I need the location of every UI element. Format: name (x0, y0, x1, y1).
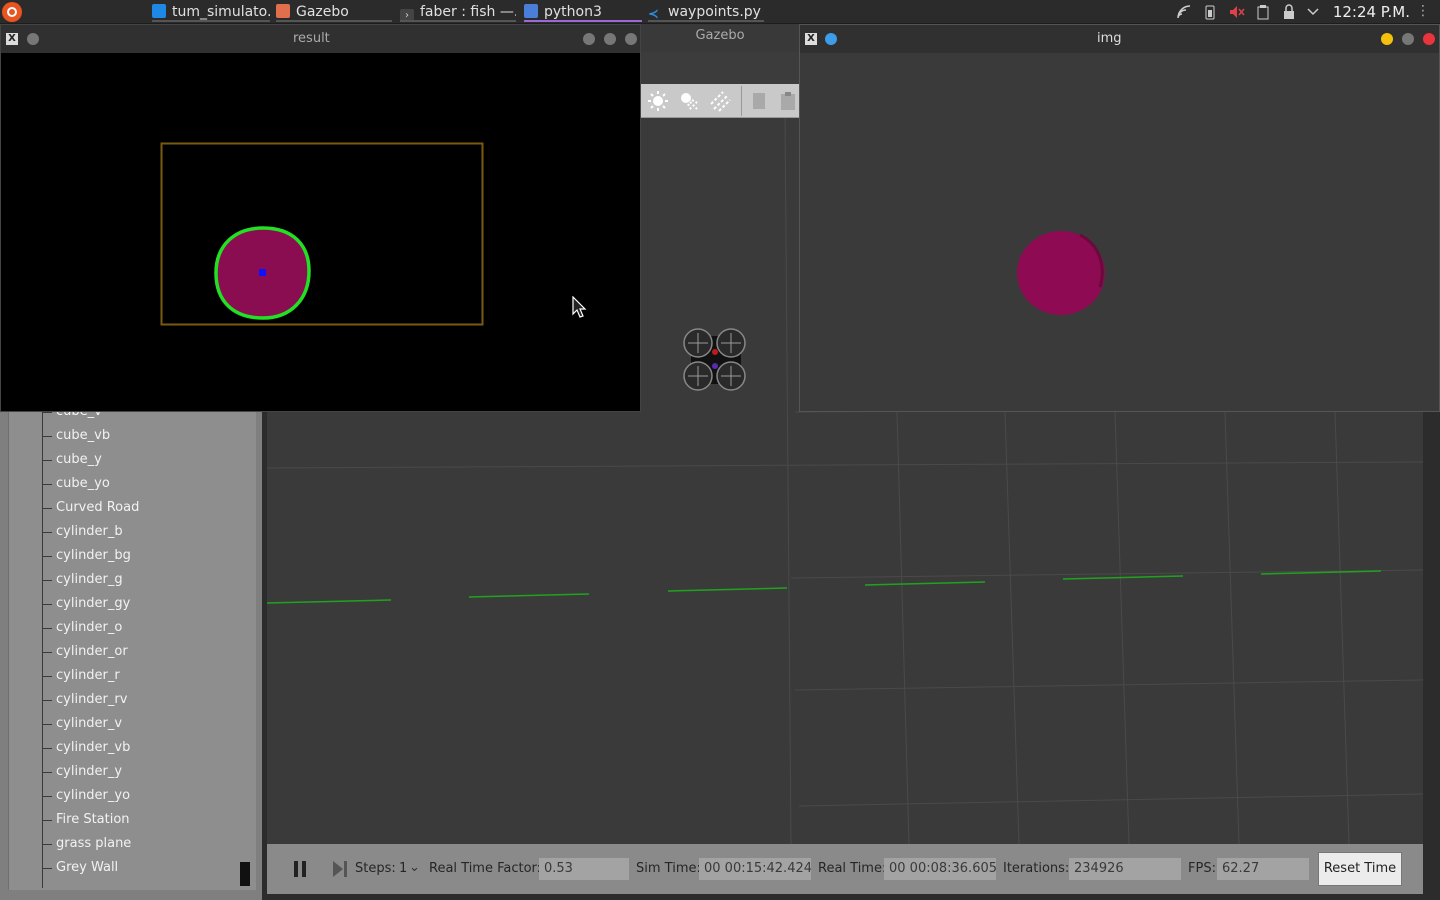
tree-item-cylinder-y[interactable]: cylinder_y (41, 760, 122, 784)
mouse-cursor-icon (572, 296, 587, 318)
iterations-field: 234926 (1069, 858, 1181, 880)
pin-button[interactable] (27, 33, 39, 45)
steps-chevron-down-icon[interactable]: ⌄ (409, 860, 420, 875)
chevron-down-icon[interactable] (1306, 4, 1320, 20)
real-time-label: Real Time: (818, 861, 887, 876)
wifi-icon[interactable] (1176, 4, 1196, 20)
quadcopter-model[interactable] (681, 326, 751, 394)
directional-light-icon[interactable] (709, 90, 731, 112)
tree-item-cylinder-or[interactable]: cylinder_or (42, 640, 128, 664)
minimize-button[interactable] (583, 33, 595, 45)
folder-icon (152, 4, 166, 18)
world-model-tree-panel: cube_v cube_vb cube_y cube_yo Curved Roa… (0, 412, 262, 900)
maximize-button[interactable] (604, 33, 616, 45)
close-button[interactable] (1423, 33, 1435, 45)
tree-item-cylinder-bg[interactable]: cylinder_bg (42, 544, 131, 568)
real-time-factor-label: Real Time Factor: (429, 861, 542, 876)
reset-time-button[interactable]: Reset Time (1318, 852, 1402, 886)
battery-icon[interactable] (1204, 4, 1216, 20)
tree-item-grass-plane[interactable]: grass plane (41, 832, 131, 856)
steps-label: Steps: (355, 861, 396, 876)
task-gazebo[interactable]: Gazebo (276, 2, 392, 22)
more-vert-icon[interactable]: ⋮ (1416, 3, 1430, 19)
gazebo-toolbar (641, 84, 799, 118)
step-forward-icon[interactable] (329, 858, 351, 880)
pin-button[interactable] (825, 33, 837, 45)
volume-muted-icon[interactable] (1228, 4, 1246, 20)
x11-app-icon: X (805, 33, 817, 45)
detection-frame (160, 142, 484, 326)
tree-item-cube-y[interactable]: cube_y (42, 448, 102, 472)
close-button[interactable] (625, 33, 637, 45)
tree-item-cylinder-b[interactable]: cylinder_b (42, 520, 123, 544)
real-time-field: 00 00:08:36.605 (884, 858, 996, 880)
result-image-canvas (160, 142, 484, 326)
paste-icon[interactable] (777, 90, 799, 112)
tree-item-cylinder-yo[interactable]: cylinder_yo (41, 784, 130, 808)
maximize-button[interactable] (1402, 33, 1414, 45)
real-time-factor-field: 0.53 (539, 858, 629, 880)
img-window[interactable]: X img (799, 24, 1440, 412)
tree-item-cylinder-o[interactable]: cylinder_o (41, 616, 122, 640)
clipboard-icon[interactable] (1256, 4, 1270, 20)
tree-item-curved-road[interactable]: Curved Road (41, 496, 139, 520)
tree-item-fire-station[interactable]: Fire Station (42, 808, 130, 832)
fps-field: 62.27 (1217, 858, 1309, 880)
toolbar-separator (741, 86, 742, 116)
top-taskbar: tum_simulato... Gazebo ›faber : fish —..… (0, 0, 1440, 24)
gazebo-icon (276, 4, 290, 18)
tree-item-cube-yo[interactable]: cube_yo (42, 472, 110, 496)
tree-item-cylinder-vb[interactable]: cylinder_vb (41, 736, 130, 760)
tree-item-cylinder-gy[interactable]: cylinder_gy (41, 592, 130, 616)
x11-app-icon: X (6, 33, 18, 45)
sun-light-icon[interactable] (647, 90, 669, 112)
spot-light-icon[interactable] (678, 90, 700, 112)
sim-time-field: 00 00:15:42.424 (699, 858, 811, 880)
terminal-icon: › (400, 9, 414, 20)
img-window-titlebar[interactable]: X img (800, 25, 1439, 53)
task-terminal[interactable]: ›faber : fish —... (400, 2, 516, 22)
clock[interactable]: 12:24 P.M. (1333, 2, 1410, 22)
copy-icon[interactable] (749, 90, 771, 112)
camera-image-canvas (1017, 231, 1105, 315)
sim-time-label: Sim Time: (636, 861, 701, 876)
steps-spinbox[interactable]: 1 (399, 861, 407, 876)
time-panel: Steps: 1 ⌄ Real Time Factor: 0.53 Sim Ti… (267, 844, 1423, 894)
app-menu-button[interactable] (2, 2, 22, 22)
result-window-titlebar[interactable]: X result (1, 25, 640, 53)
tree-item-grey-wall[interactable]: Grey Wall (41, 856, 118, 880)
lock-icon[interactable] (1282, 4, 1296, 20)
python-icon (524, 4, 538, 18)
tree-item-cylinder-r[interactable]: cylinder_r (42, 664, 120, 688)
vscode-icon: ≺ (648, 7, 659, 22)
blob-centroid (259, 269, 266, 276)
model-tree[interactable]: cube_v cube_vb cube_y cube_yo Curved Roa… (8, 412, 256, 890)
tree-item-cylinder-g[interactable]: cylinder_g (42, 568, 123, 592)
tree-item-cube-v[interactable]: cube_v (42, 412, 102, 424)
task-waypoints[interactable]: ≺waypoints.py ... (648, 2, 764, 22)
img-window-title: img (1097, 31, 1122, 46)
result-window[interactable]: X result (0, 24, 641, 412)
gazebo-window-title: Gazebo (641, 24, 799, 52)
tree-item-cube-vb[interactable]: cube_vb (41, 424, 110, 448)
iterations-label: Iterations: (1003, 861, 1070, 876)
result-window-title: result (293, 31, 330, 46)
task-python3[interactable]: python3 (524, 2, 642, 22)
fps-label: FPS: (1188, 861, 1216, 876)
minimize-button[interactable] (1381, 33, 1393, 45)
gazebo-menubar (641, 52, 799, 84)
pause-icon[interactable] (289, 858, 311, 880)
tree-item-cylinder-rv[interactable]: cylinder_rv (41, 688, 127, 712)
tree-item-cylinder-v[interactable]: cylinder_v (41, 712, 122, 736)
tree-scrollbar-handle[interactable] (240, 862, 250, 886)
task-tum-simulator[interactable]: tum_simulato... (152, 2, 270, 22)
